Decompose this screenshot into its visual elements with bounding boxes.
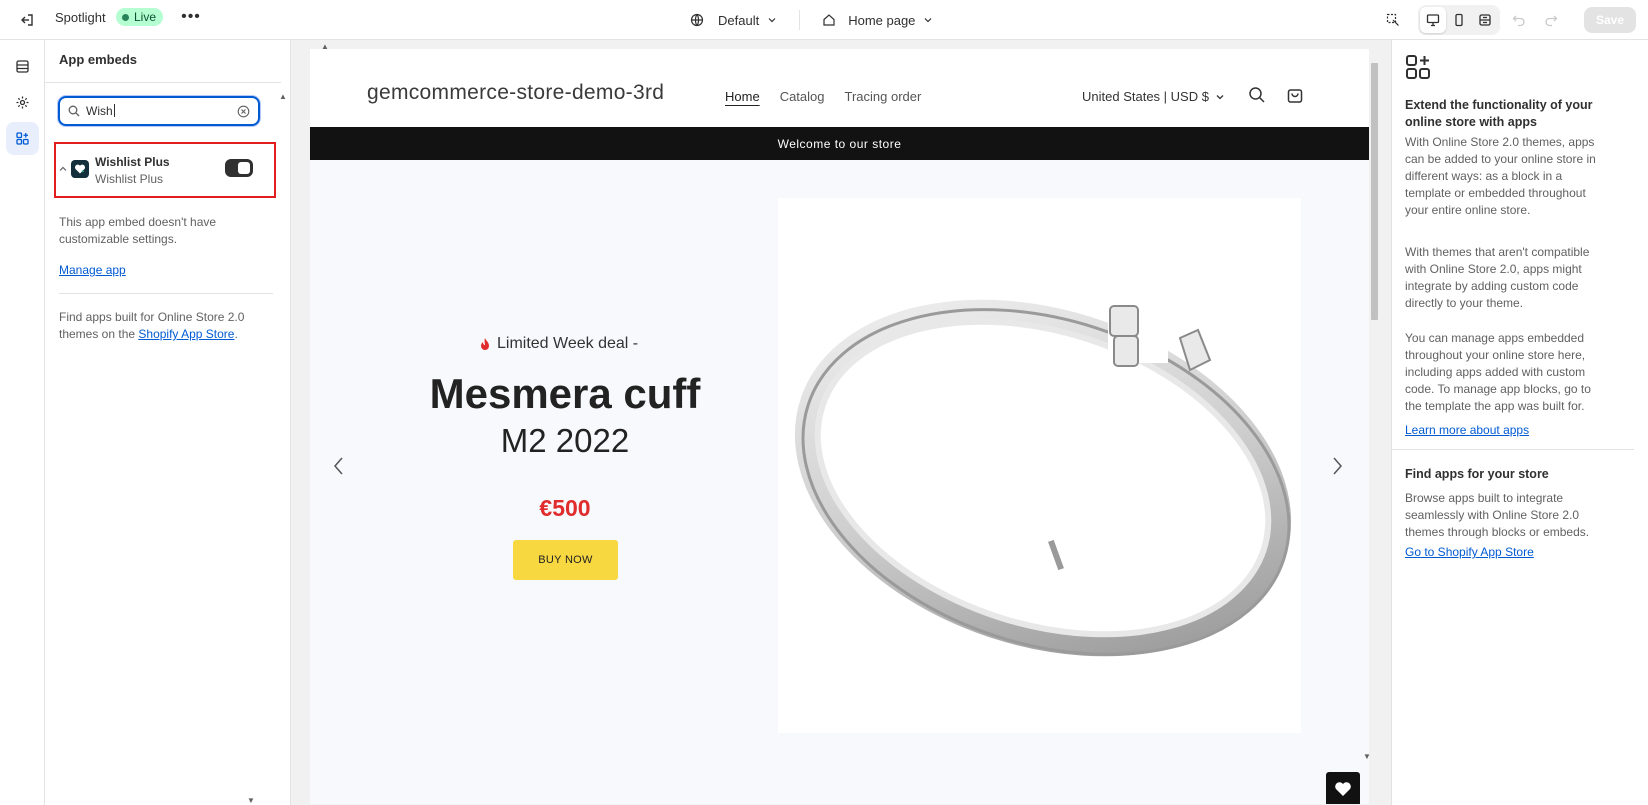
wishlist-plus-logo-icon — [71, 160, 89, 178]
cart-icon[interactable] — [1284, 84, 1306, 106]
mobile-icon[interactable] — [1446, 7, 1472, 33]
scroll-up-icon[interactable]: ▲ — [279, 92, 287, 101]
locale-selector[interactable]: United States | USD $ — [1082, 89, 1225, 104]
page-selector-label: Home page — [848, 12, 916, 28]
more-actions-button[interactable]: ••• — [180, 6, 202, 28]
view-selector[interactable]: Default — [690, 13, 777, 28]
wishlist-heart-button[interactable] — [1326, 772, 1360, 804]
app-name: Wishlist Plus — [95, 155, 170, 169]
undo-icon[interactable] — [1506, 7, 1532, 33]
extend-paragraph-1: With Online Store 2.0 themes, apps can b… — [1405, 135, 1596, 217]
hero-title: Mesmera cuff — [429, 370, 701, 417]
find-apps-text: Find apps built for Online Store 2.0 the… — [59, 309, 269, 343]
manage-app-link[interactable]: Manage app — [59, 263, 126, 277]
top-bar: Spotlight Live ••• Default Home page Sav… — [0, 0, 1648, 40]
list-scroll-down-icon[interactable]: ▼ — [247, 796, 255, 805]
locale-label: United States | USD $ — [1082, 89, 1209, 104]
search-input[interactable]: Wish — [58, 96, 260, 126]
learn-more-link[interactable]: Learn more about apps — [1405, 423, 1529, 437]
hero-subtitle: M2 2022 — [500, 422, 630, 459]
shopify-app-store-link[interactable]: Shopify App Store — [138, 327, 234, 341]
preview-scrollbar[interactable] — [1369, 49, 1381, 804]
view-selector-label: Default — [718, 12, 760, 28]
find-apps-heading: Find apps for your store — [1405, 467, 1549, 481]
topbar-center: Default Home page — [690, 8, 933, 32]
hero-tag: Limited Week deal - — [479, 335, 638, 353]
heart-icon — [1335, 782, 1351, 796]
divider — [45, 82, 281, 83]
store-name[interactable]: gemcommerce-store-demo-3rd — [367, 81, 664, 105]
desktop-icon[interactable] — [1419, 7, 1446, 33]
panel-title: App embeds — [59, 52, 138, 67]
no-settings-note: This app embed doesn't have customizable… — [59, 215, 217, 246]
search-icon[interactable] — [1246, 84, 1268, 106]
app-embeds-panel: App embeds ▲ ▲ Wish Wishlist Plus Wishli… — [45, 40, 329, 805]
bracelet-image — [794, 299, 1292, 657]
theme-settings-gear-icon[interactable] — [6, 86, 39, 119]
go-to-app-store-link[interactable]: Go to Shopify App Store — [1405, 545, 1534, 559]
inspector-icon[interactable] — [1380, 7, 1406, 33]
chevron-down-icon — [1216, 94, 1224, 99]
app-embeds-icon[interactable] — [6, 122, 39, 155]
scrollbar-thumb[interactable] — [1371, 63, 1378, 320]
globe-icon — [690, 13, 704, 27]
product-image[interactable] — [778, 198, 1301, 733]
divider — [59, 293, 273, 294]
next-slide-icon[interactable] — [1330, 456, 1344, 481]
find-apps-suffix: . — [234, 327, 238, 341]
sections-icon[interactable] — [6, 50, 39, 83]
nav-tracing-order[interactable]: Tracing order — [845, 89, 922, 104]
app-provider: Wishlist Plus — [95, 172, 164, 186]
exit-icon[interactable] — [16, 9, 38, 31]
extend-paragraph-2: With themes that aren't compatible with … — [1405, 245, 1590, 310]
chevron-down-icon — [768, 18, 776, 23]
device-toggle-group — [1417, 5, 1500, 35]
redo-icon[interactable] — [1538, 7, 1564, 33]
nav-home[interactable]: Home — [725, 89, 760, 104]
chevron-down-icon — [924, 18, 932, 23]
clear-search-icon[interactable] — [237, 105, 250, 118]
toggle-knob — [238, 162, 250, 174]
search-input-value: Wish — [86, 104, 237, 118]
app-embed-row[interactable]: Wishlist Plus Wishlist Plus — [54, 142, 276, 198]
page-selector[interactable]: Home page — [822, 13, 933, 28]
store-nav: Home Catalog Tracing order — [725, 89, 921, 104]
preview-scroll-down-icon[interactable]: ▼ — [1363, 752, 1371, 761]
announcement-bar: Welcome to our store — [310, 127, 1369, 160]
left-rail — [0, 40, 45, 805]
extend-paragraph-3: You can manage apps embedded throughout … — [1405, 331, 1591, 413]
full-width-icon[interactable] — [1472, 7, 1498, 33]
live-badge: Live — [116, 8, 164, 26]
topbar-right: Save — [1380, 5, 1636, 35]
apps-add-icon — [1406, 55, 1430, 79]
search-icon — [68, 105, 80, 117]
hero-price: €500 — [539, 495, 591, 521]
nav-catalog[interactable]: Catalog — [780, 89, 825, 104]
buy-now-button[interactable]: BUY NOW — [513, 540, 618, 580]
storefront-preview: gemcommerce-store-demo-3rd Home Catalog … — [310, 49, 1369, 804]
theme-name: Spotlight — [55, 10, 106, 25]
app-embed-toggle[interactable] — [225, 159, 253, 177]
info-panel: Extend the functionality of your online … — [1391, 40, 1648, 805]
live-dot-icon — [122, 13, 129, 21]
hero-slideshow: Limited Week deal - Mesmera cuff M2 2022… — [310, 160, 1369, 804]
save-button[interactable]: Save — [1583, 7, 1636, 33]
live-badge-label: Live — [134, 10, 157, 24]
divider — [1392, 449, 1634, 450]
home-icon — [823, 14, 835, 26]
hero-tag-label: Limited Week deal - — [497, 335, 639, 352]
chevron-up-icon[interactable] — [58, 164, 68, 174]
divider — [799, 10, 801, 30]
fire-icon — [481, 338, 489, 350]
find-apps-paragraph: Browse apps built to integrate seamlessl… — [1405, 491, 1590, 539]
extend-heading: Extend the functionality of your online … — [1405, 98, 1593, 129]
